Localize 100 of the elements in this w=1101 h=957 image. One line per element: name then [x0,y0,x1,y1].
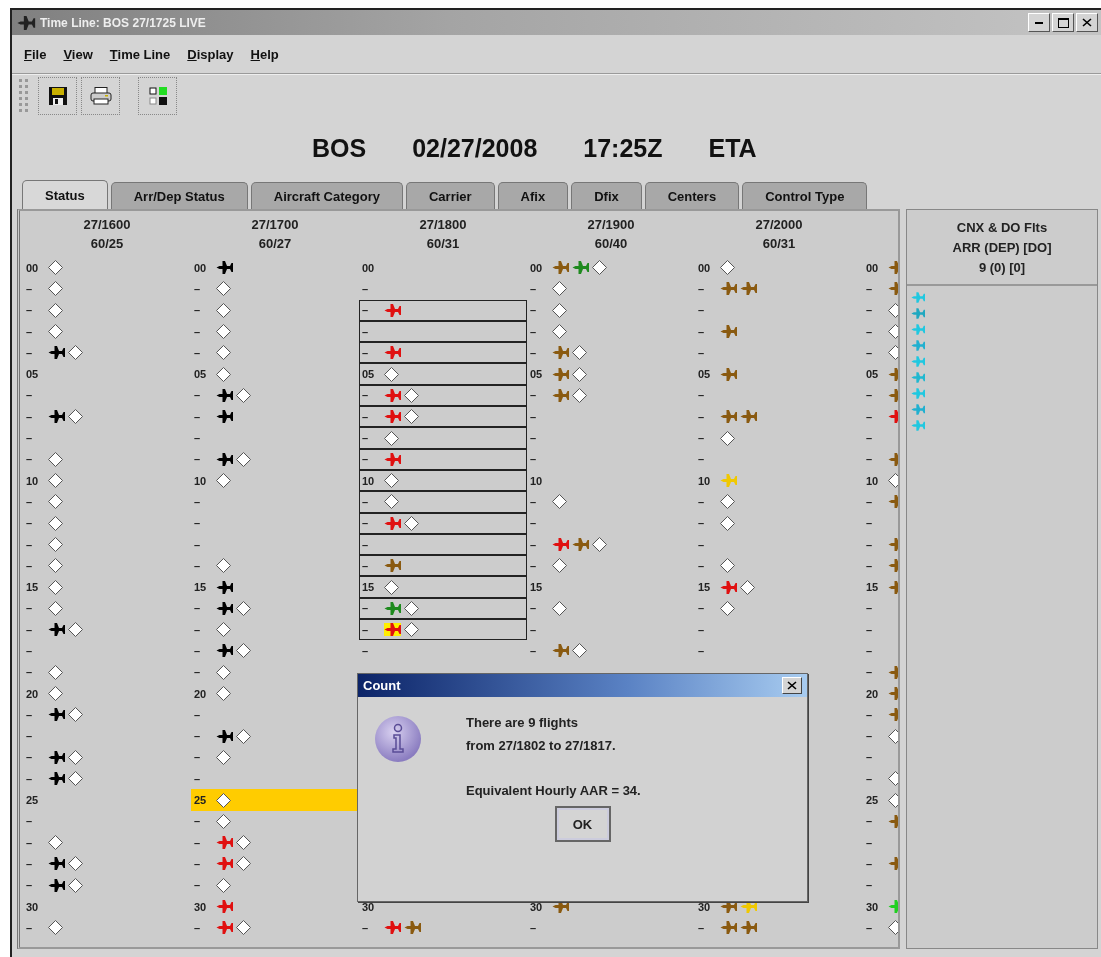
menu-item[interactable]: File [24,46,47,62]
time-slot-box[interactable]: – [359,491,527,513]
minute-label: – [698,602,706,615]
tab[interactable]: Control Type [742,182,868,209]
minute-label: 15 [362,581,376,594]
diamond-icon [48,473,63,489]
minute-label: – [866,708,874,721]
minute-label: – [866,559,874,572]
rate-label: 60/31 [762,236,796,251]
diamond-icon [384,494,399,510]
minute-label: – [194,836,202,849]
minute-label: – [194,517,202,530]
diamond-icon [68,749,83,765]
time-slot-box[interactable]: – [359,533,527,556]
menu-item[interactable]: Display [187,46,234,62]
time-slot-box[interactable]: – [359,619,527,641]
minute-label: – [698,495,706,508]
close-button[interactable] [782,677,802,694]
diamond-icon [572,345,587,361]
time-slot-box[interactable]: – [359,320,527,343]
minute-label: – [26,623,34,636]
minute-label: – [194,410,202,423]
diamond-icon [888,920,898,936]
diamond-icon [48,324,63,340]
time-slot-box[interactable]: 05 [359,363,527,385]
diamond-icon [720,260,735,276]
minute-label: – [26,304,34,317]
minute-label: – [362,538,370,551]
menu-item[interactable]: Help [250,46,279,62]
highlight-band[interactable]: 25 [191,789,359,811]
time-slot-box[interactable]: 10 [359,469,527,492]
minute-label: – [530,645,538,657]
tab[interactable]: Arr/Dep Status [110,182,248,209]
time-slot-box[interactable]: – [359,512,527,534]
minute-label: – [362,432,370,444]
tab[interactable]: Dfix [571,182,642,209]
ok-button[interactable]: OK [554,806,611,842]
minute-label: – [866,517,874,530]
tab[interactable]: Status [22,180,108,209]
diamond-icon [48,537,63,552]
legend-button[interactable] [138,77,177,115]
tab[interactable]: Carrier [405,182,495,209]
diamond-icon [236,387,251,403]
time-slot-box[interactable]: – [359,299,527,321]
time-slot-box[interactable]: – [359,406,527,428]
time-slot-box[interactable]: – [359,342,527,364]
minute-label: – [26,857,34,870]
time-slot-box[interactable]: 15 [359,576,527,598]
minute-label: 30 [194,900,208,913]
minute-label: – [194,751,202,764]
rate-label: 60/40 [594,236,628,251]
minute-label: – [698,346,706,359]
time-slot-box[interactable]: – [359,384,527,407]
minute-label: 05 [194,368,208,381]
minute-label: – [530,602,538,615]
minute-label: – [194,623,202,636]
tab[interactable]: Afix [497,182,569,209]
time-slot-box[interactable]: – [359,555,527,577]
minute-label: – [866,389,874,402]
time-slot-box[interactable]: – [359,597,527,620]
minute-label: – [26,730,34,743]
diamond-icon [888,324,898,340]
minute-label: 00 [530,261,544,274]
minute-label: – [26,538,34,551]
tab[interactable]: Aircraft Category [250,182,403,209]
minute-label: – [698,517,706,530]
diamond-icon [236,920,251,936]
minute-label: – [194,645,202,657]
menu-item[interactable]: View [63,46,93,62]
hour-label: 27/2000 [755,217,803,232]
time-slot-box[interactable]: – [359,427,527,449]
minimize-button[interactable] [1028,13,1050,32]
minute-label: 10 [866,474,880,487]
minute-label: 15 [866,581,880,594]
minute-label: – [866,282,874,295]
menu-item[interactable]: Time Line [109,46,171,62]
minute-label: – [866,538,874,551]
minute-label: – [362,602,370,615]
hour-label: 27/1800 [419,217,467,232]
diamond-icon [216,324,231,340]
minute-label: – [362,410,370,423]
minute-label: – [698,389,706,402]
time-slot-box[interactable]: – [359,448,527,470]
toolbar-grip-icon[interactable] [18,78,30,114]
close-button[interactable] [1076,13,1098,32]
print-button[interactable] [81,77,120,115]
diamond-icon [216,302,231,318]
minute-label: 30 [530,900,544,913]
minute-label: – [26,879,34,892]
rate-label: 60/27 [258,236,292,251]
minute-label: – [26,772,34,785]
diamond-icon [404,387,419,403]
diamond-icon [236,643,251,659]
save-button[interactable] [38,77,77,115]
diamond-icon [48,451,63,467]
minute-label: – [362,495,370,508]
tab[interactable]: Centers [644,182,740,209]
minute-label: – [698,325,706,338]
maximize-button[interactable] [1052,13,1074,32]
minute-label: 15 [194,581,208,594]
